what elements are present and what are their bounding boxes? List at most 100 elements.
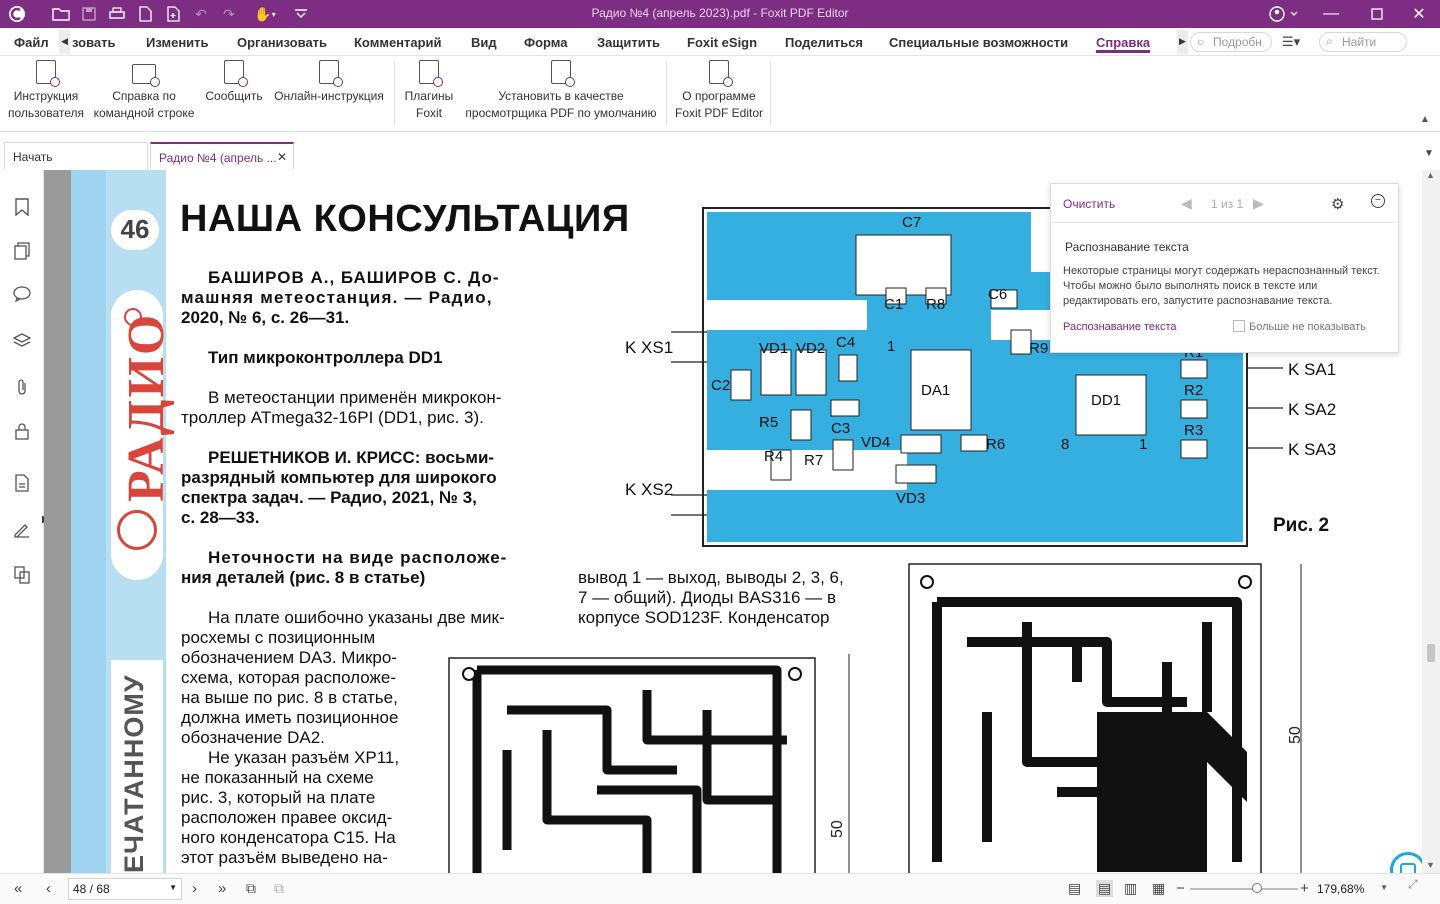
zoom-slider[interactable] (1190, 888, 1298, 890)
fullscreen-icon[interactable]: ⤢ (1408, 877, 1418, 892)
tab-document[interactable]: Радио №4 (апрель ... ✕ (150, 142, 294, 169)
para4-line: росхемы с позиционным (181, 628, 376, 647)
radio-logo: РАДИО (118, 312, 175, 502)
online-help-button[interactable]: Онлайн-инструкция (272, 60, 386, 105)
scrollbar-thumb[interactable] (1427, 644, 1435, 662)
compare-icon[interactable] (12, 566, 32, 586)
menu-accessibility[interactable]: Специальные возможности (889, 35, 1068, 50)
side-text: ЕЧАТАННОМУ (119, 674, 149, 873)
set-default-viewer-button[interactable]: Установить в качестве просмотрщика PDF п… (461, 60, 661, 122)
ribbon-separator (666, 62, 667, 126)
menu-help[interactable]: Справка (1096, 35, 1150, 50)
minimize-button[interactable]: — (1308, 0, 1354, 28)
about-button[interactable]: О программе Foxit PDF Editor (672, 60, 766, 122)
scroll-down-icon[interactable]: ▼ (1426, 860, 1435, 870)
close-button[interactable]: ✕ (1396, 0, 1440, 28)
search-icon: ⌕ (1326, 34, 1333, 48)
connector-label-sa1: K SA1 (1288, 360, 1337, 379)
continuous-facing-view-icon[interactable]: ▦ (1152, 880, 1165, 897)
para4-line: рис. 3, который на плате (181, 788, 376, 807)
signature-icon[interactable] (12, 520, 32, 540)
bookmark-icon[interactable] (12, 198, 32, 218)
pages-icon[interactable] (12, 242, 32, 262)
zoom-slider-handle[interactable] (1252, 883, 1262, 893)
zoom-in-icon[interactable]: + (1300, 880, 1309, 897)
tab-start[interactable]: Начать (4, 142, 148, 169)
clear-search-button[interactable]: Очистить (1063, 197, 1115, 211)
online-help-icon (319, 60, 343, 87)
pcb-label-vd4: VD4 (861, 434, 891, 451)
next-view-icon[interactable]: ⧉ (274, 880, 284, 897)
previous-view-icon[interactable]: ⧉ (246, 880, 256, 897)
close-tab-icon[interactable]: ✕ (277, 150, 287, 164)
page-dropdown-chevron-down-icon[interactable]: ▼ (169, 883, 177, 892)
pcb-label-pin1b: 1 (1139, 436, 1148, 453)
para4-line: обозначением DA3. Микро- (181, 648, 397, 667)
window-title: Радио №4 (апрель 2023).pdf - Foxit PDF E… (591, 6, 849, 20)
menu-scroll-left-icon[interactable]: ◀ (59, 30, 70, 54)
menu-use[interactable]: зовать (72, 35, 116, 50)
pcb-label-r5: R5 (759, 414, 779, 431)
ref1-line2: машняя метеостанция. — Радио, (181, 288, 493, 307)
user-guide-button[interactable]: Инструкция пользователя (6, 60, 86, 122)
collapse-popup-icon[interactable]: − (1371, 194, 1385, 208)
single-page-view-icon[interactable]: ▤ (1068, 880, 1081, 897)
scroll-up-icon[interactable]: ▲ (1426, 170, 1435, 180)
tell-me-input[interactable]: ○ Подробн (1190, 32, 1272, 52)
menu-view[interactable]: Вид (471, 35, 497, 50)
continuous-view-icon[interactable]: ▤ (1096, 880, 1114, 897)
menu-form[interactable]: Форма (524, 35, 567, 50)
account-icon[interactable] (1260, 0, 1308, 28)
menu-edit[interactable]: Изменить (146, 35, 209, 50)
security-icon[interactable] (12, 422, 32, 442)
search-options-icon[interactable]: ☰▾ (1282, 34, 1300, 50)
menu-scroll-right-icon[interactable]: ▶ (1177, 30, 1188, 54)
menu-esign[interactable]: Foxit eSign (687, 35, 757, 50)
pcb-label-r2: R2 (1184, 382, 1204, 399)
search-settings-gear-icon[interactable]: ⚙ (1331, 195, 1344, 213)
previous-page-icon[interactable]: ‹ (46, 880, 51, 897)
run-ocr-link[interactable]: Распознавание текста (1063, 321, 1177, 333)
next-result-icon[interactable]: ▶ (1253, 195, 1264, 212)
menu-file[interactable]: Файл (14, 35, 49, 50)
search-input[interactable]: ⌕ Найти (1319, 32, 1407, 52)
menu-organize[interactable]: Организовать (237, 35, 327, 50)
next-page-icon[interactable]: › (192, 880, 197, 897)
pcb-label-vd1: VD1 (759, 340, 789, 357)
connector-label-sa2: K SA2 (1288, 400, 1337, 419)
command-line-help-button[interactable]: Справка по командной строке (92, 60, 196, 122)
para4-line: схема, которая расположе- (181, 668, 397, 687)
report-button[interactable]: Сообщить (204, 60, 264, 105)
facing-view-icon[interactable]: ▥ (1124, 880, 1137, 897)
comments-icon[interactable] (12, 286, 32, 306)
document-properties-icon[interactable] (12, 474, 32, 494)
maximize-button[interactable] (1354, 0, 1400, 28)
subheading-inaccuracies-2: ния деталей (рис. 8 в статье) (181, 568, 426, 587)
pcb-label-r4: R4 (764, 448, 784, 465)
dont-show-checkbox[interactable] (1233, 320, 1245, 332)
tab-list-chevron-down-icon[interactable]: ▼ (1424, 148, 1434, 159)
pcb-figure-lower-right (908, 563, 1302, 873)
pcb-label-r3: R3 (1184, 422, 1204, 439)
previous-result-icon[interactable]: ◀ (1181, 195, 1192, 212)
vertical-scrollbar[interactable]: ▲ ▼ (1422, 170, 1440, 873)
para4-line: на выше по рис. 8 в статье, (181, 688, 398, 707)
menu-protect[interactable]: Защитить (597, 35, 660, 50)
pcb-label-c7: C7 (902, 214, 922, 231)
layers-icon[interactable] (12, 332, 32, 352)
zoom-out-icon[interactable]: − (1176, 880, 1185, 897)
menu-comment[interactable]: Комментарий (354, 35, 442, 50)
pcb-label-pin1: 1 (887, 338, 896, 355)
collapse-ribbon-icon[interactable]: ▲ (1420, 114, 1430, 125)
para4-line: должна иметь позиционное (181, 708, 399, 727)
first-page-icon[interactable]: « (14, 880, 22, 897)
menu-share[interactable]: Поделиться (785, 35, 863, 50)
last-page-icon[interactable]: » (218, 880, 226, 897)
page-number-input[interactable]: 48 / 68 ▼ (68, 878, 182, 900)
zoom-dropdown-chevron-down-icon[interactable]: ▼ (1380, 883, 1388, 892)
zoom-level-select[interactable]: 179,68% ▼ (1314, 878, 1390, 900)
attachment-icon[interactable] (12, 378, 32, 398)
plugins-button[interactable]: Плагины Foxit (400, 60, 458, 122)
para4-line: обозначение DA2. (181, 728, 325, 747)
subheading-inaccuracies-1: Неточности на виде расположе- (208, 548, 508, 567)
